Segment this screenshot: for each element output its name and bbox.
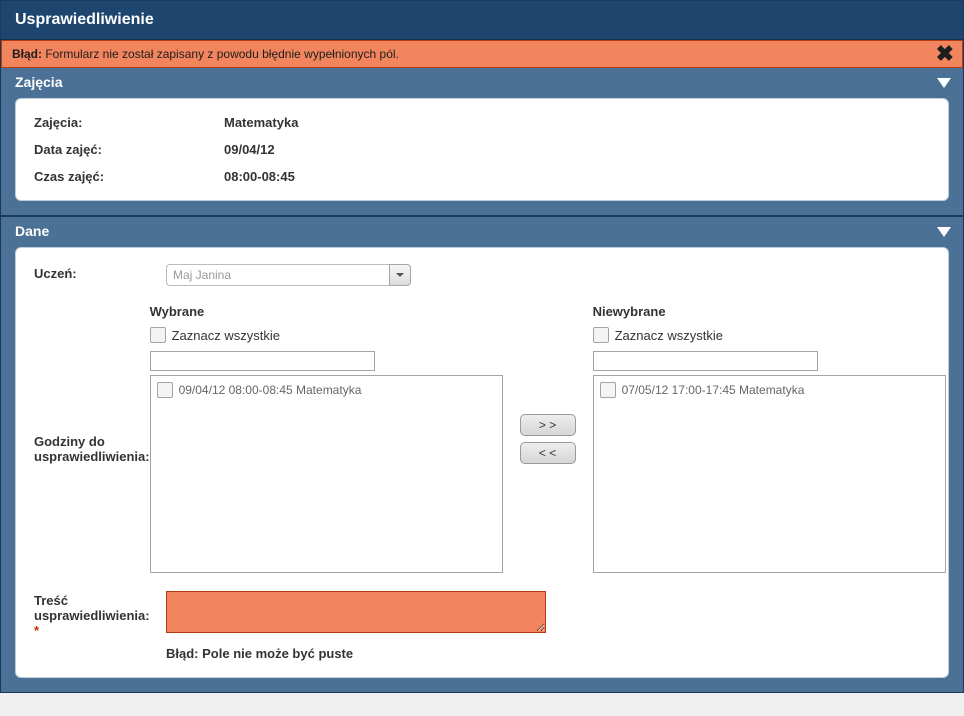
label-tresc: Treść usprawiedliwienia: * xyxy=(34,591,166,638)
tresc-error-prefix: Błąd: xyxy=(166,646,199,661)
required-asterisk: * xyxy=(34,623,39,638)
value-czas-zajec: 08:00-08:45 xyxy=(224,169,295,184)
section-dane-header[interactable]: Dane xyxy=(1,217,963,247)
row-tresc: Treść usprawiedliwienia: * Błąd: Pole ni… xyxy=(34,591,930,661)
page-title-bar: Usprawiedliwienie xyxy=(1,1,963,40)
info-row-zajecia: Zajęcia: Matematyka xyxy=(34,115,930,130)
select-all-niewybrane-row: Zaznacz wszystkie xyxy=(593,327,946,343)
label-czas-zajec: Czas zajęć: xyxy=(34,169,224,184)
tresc-error: Błąd: Pole nie może być puste xyxy=(166,646,930,661)
value-zajecia: Matematyka xyxy=(224,115,298,130)
chevron-down-icon[interactable] xyxy=(937,227,951,237)
list-item[interactable]: 07/05/12 17:00-17:45 Matematyka xyxy=(598,380,941,400)
list-niewybrane[interactable]: 07/05/12 17:00-17:45 Matematyka xyxy=(593,375,946,573)
section-zajecia-body: Zajęcia: Matematyka Data zajęć: 09/04/12… xyxy=(15,98,949,201)
filter-wybrane-input[interactable] xyxy=(150,351,375,371)
transfer-buttons: > > < < xyxy=(503,304,593,573)
list-item-checkbox[interactable] xyxy=(157,382,173,398)
list-item[interactable]: 09/04/12 08:00-08:45 Matematyka xyxy=(155,380,498,400)
chevron-down-icon[interactable] xyxy=(937,78,951,88)
value-data-zajec: 09/04/12 xyxy=(224,142,275,157)
row-godziny: Godziny do usprawiedliwienia: Wybrane Za… xyxy=(34,304,930,573)
list-wybrane[interactable]: 09/04/12 08:00-08:45 Matematyka xyxy=(150,375,503,573)
select-all-niewybrane-checkbox[interactable] xyxy=(593,327,609,343)
select-all-niewybrane-label: Zaznacz wszystkie xyxy=(615,328,723,343)
col-wybrane: Wybrane Zaznacz wszystkie 09/04/12 08:00… xyxy=(150,304,503,573)
uczen-select-value[interactable] xyxy=(166,264,389,286)
list-item-checkbox[interactable] xyxy=(600,382,616,398)
chevron-down-icon xyxy=(395,270,405,280)
label-godziny: Godziny do usprawiedliwienia: xyxy=(34,304,150,573)
section-dane-body: Uczeń: Godziny do usprawiedliwien xyxy=(15,247,949,678)
dual-list: Wybrane Zaznacz wszystkie 09/04/12 08:00… xyxy=(150,304,946,573)
label-zajecia: Zajęcia: xyxy=(34,115,224,130)
row-uczen: Uczeń: xyxy=(34,264,930,286)
tresc-textarea[interactable] xyxy=(166,591,546,633)
filter-niewybrane-input[interactable] xyxy=(593,351,818,371)
error-banner: Błąd: Formularz nie został zapisany z po… xyxy=(1,40,963,68)
section-dane-title: Dane xyxy=(15,223,49,239)
header-wybrane: Wybrane xyxy=(150,304,503,319)
close-icon[interactable]: ✖ xyxy=(936,43,954,65)
select-all-wybrane-row: Zaznacz wszystkie xyxy=(150,327,503,343)
section-zajecia-header[interactable]: Zajęcia xyxy=(1,68,963,98)
page-title: Usprawiedliwienie xyxy=(15,11,154,28)
col-niewybrane: Niewybrane Zaznacz wszystkie 07/05/12 17… xyxy=(593,304,946,573)
header-niewybrane: Niewybrane xyxy=(593,304,946,319)
label-data-zajec: Data zajęć: xyxy=(34,142,224,157)
tresc-error-message: Pole nie może być puste xyxy=(202,646,353,661)
list-item-text: 07/05/12 17:00-17:45 Matematyka xyxy=(622,383,805,397)
move-left-button[interactable]: < < xyxy=(520,442,576,464)
label-godziny-text: Godziny do usprawiedliwienia: xyxy=(34,434,150,464)
list-item-text: 09/04/12 08:00-08:45 Matematyka xyxy=(179,383,362,397)
label-uczen: Uczeń: xyxy=(34,264,166,281)
select-all-wybrane-checkbox[interactable] xyxy=(150,327,166,343)
uczen-select[interactable] xyxy=(166,264,411,286)
error-prefix: Błąd: xyxy=(12,47,42,61)
app-frame: Usprawiedliwienie Błąd: Formularz nie zo… xyxy=(0,0,964,693)
section-zajecia: Zajęcia Zajęcia: Matematyka Data zajęć: … xyxy=(1,68,963,215)
info-row-data: Data zajęć: 09/04/12 xyxy=(34,142,930,157)
section-zajecia-title: Zajęcia xyxy=(15,74,62,90)
move-right-button[interactable]: > > xyxy=(520,414,576,436)
select-all-wybrane-label: Zaznacz wszystkie xyxy=(172,328,280,343)
label-tresc-text: Treść usprawiedliwienia: xyxy=(34,593,150,623)
info-row-czas: Czas zajęć: 08:00-08:45 xyxy=(34,169,930,184)
error-message: Formularz nie został zapisany z powodu b… xyxy=(45,47,399,61)
uczen-select-dropdown-button[interactable] xyxy=(389,264,411,286)
section-dane: Dane Uczeń: xyxy=(1,215,963,692)
